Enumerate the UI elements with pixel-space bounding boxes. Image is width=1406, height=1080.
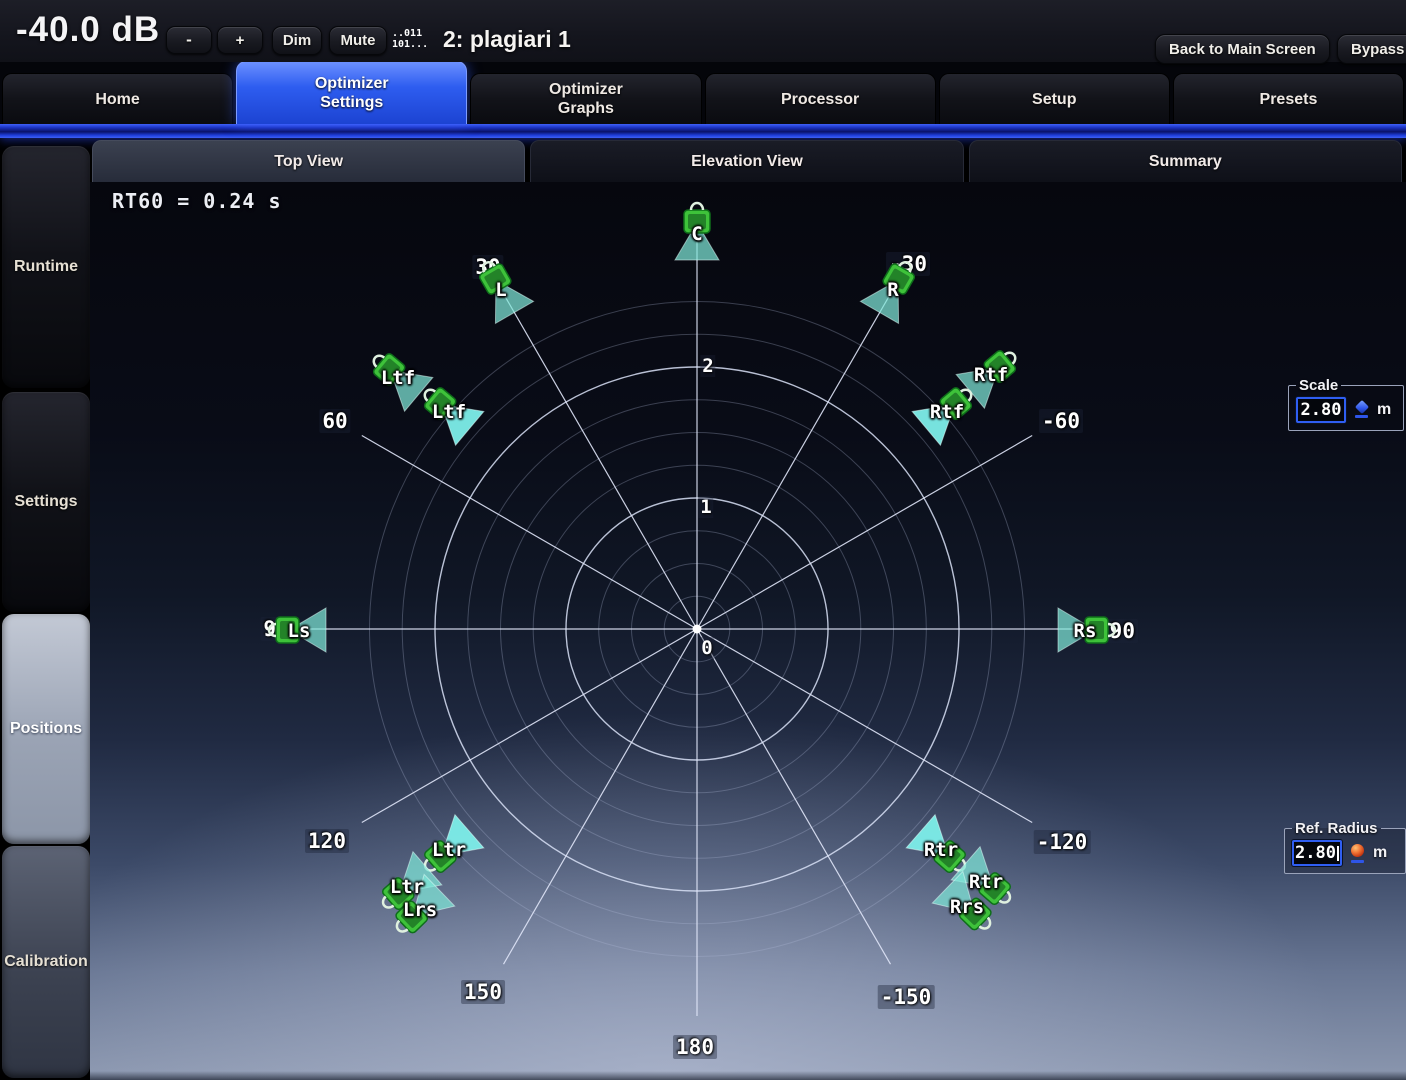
preset-title: 2: plagiari 1 [443,26,571,53]
scale-value: 2.80 [1301,400,1342,420]
view-tab-label: Top View [274,153,343,171]
tab-label: Optimizer Settings [292,74,412,112]
sidebar-item-label: Calibration [4,953,88,971]
tab-setup[interactable]: Setup [939,73,1170,124]
bottom-bezel [90,1071,1406,1080]
volume-down-button[interactable]: - [166,26,212,54]
scale-control: Scale 2.80 m [1288,377,1404,431]
ref-radius-unit: m [1373,844,1387,862]
scale-unit: m [1377,401,1391,419]
ref-radius-legend: Ref. Radius [1292,820,1381,837]
text-cursor [1337,846,1339,861]
spinner-bar-icon [1351,860,1364,863]
ref-radius-value-field[interactable]: 2.80 [1292,840,1342,866]
tab-label: Presets [1228,90,1348,109]
bypass-button[interactable]: Bypass [1337,34,1406,64]
tab-label: Home [58,90,178,109]
view-tab-label: Elevation View [691,153,803,171]
sidebar-item-positions[interactable]: Positions [2,614,90,844]
view-tab-top-view[interactable]: Top View [92,140,525,182]
main-tab-bar: Home Optimizer Settings Optimizer Graphs Pr… [0,62,1406,124]
ref-radius-spinner[interactable] [1351,844,1364,863]
plot-panel [90,182,1406,1080]
bitstream-line2: 101... [392,39,428,50]
sidebar-item-label: Runtime [14,258,78,276]
scale-legend: Scale [1296,377,1341,394]
scale-spinner[interactable] [1355,402,1368,418]
sidebar-item-settings[interactable]: Settings [2,392,90,612]
bitstream-line1: ..011 [392,28,428,39]
view-tab-label: Summary [1149,153,1222,171]
tab-processor[interactable]: Processor [705,73,936,124]
sidebar-item-calibration[interactable]: Calibration [2,846,90,1078]
view-tab-summary[interactable]: Summary [969,140,1402,182]
spinner-dot-icon [1351,844,1364,857]
tab-label: Optimizer Graphs [526,80,646,118]
view-tab-bar: Top View Elevation View Summary [92,140,1402,182]
tab-home[interactable]: Home [2,73,233,124]
ref-radius-value: 2.80 [1295,843,1336,863]
top-bar: -40.0 dB - + Dim Mute ..011 101... 2: pl… [0,0,1406,62]
tab-presets[interactable]: Presets [1173,73,1404,124]
spinner-bar-icon [1355,415,1368,418]
accent-stripe [0,124,1406,138]
tab-optimizer-settings[interactable]: Optimizer Settings [236,61,467,124]
tab-label: Processor [760,90,880,109]
tab-label: Setup [994,90,1114,109]
mute-button[interactable]: Mute [329,26,387,55]
ref-radius-control: Ref. Radius 2.80 m [1284,820,1406,874]
sidebar-item-label: Positions [10,720,82,738]
spinner-knob-icon [1354,400,1368,414]
view-tab-elevation-view[interactable]: Elevation View [530,140,963,182]
volume-up-button[interactable]: + [217,26,263,54]
dim-button[interactable]: Dim [272,26,322,55]
back-to-main-screen-button[interactable]: Back to Main Screen [1155,34,1330,64]
sidebar-item-runtime[interactable]: Runtime [2,146,90,388]
volume-readout: -40.0 dB [16,10,160,50]
scale-value-field[interactable]: 2.80 [1296,397,1346,423]
bitstream-icon: ..011 101... [392,28,428,50]
sidebar-item-label: Settings [14,493,77,511]
tab-optimizer-graphs[interactable]: Optimizer Graphs [470,73,701,124]
